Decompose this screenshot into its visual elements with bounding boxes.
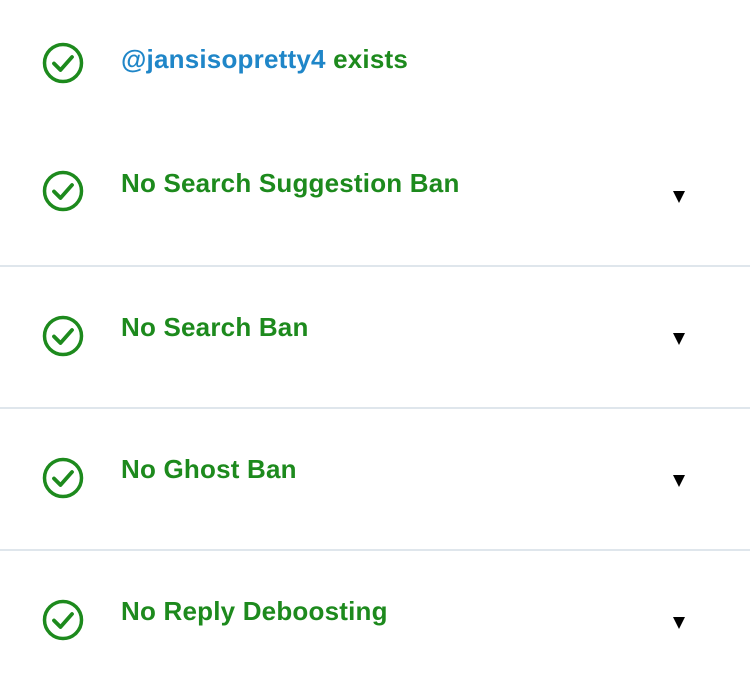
shadowban-results: @jansisopretty4 exists No Search Suggest… xyxy=(0,0,750,693)
check-label: No Search Suggestion Ban xyxy=(121,168,460,198)
check-row-search-ban[interactable]: No Search Ban xyxy=(0,267,750,409)
check-row-search-suggestion-ban[interactable]: No Search Suggestion Ban xyxy=(0,125,750,267)
check-row-ghost-ban[interactable]: No Ghost Ban xyxy=(0,409,750,551)
check-circle-icon xyxy=(42,457,84,499)
account-exists-text: @jansisopretty4 exists xyxy=(121,44,408,75)
check-label: No Reply Deboosting xyxy=(121,596,388,626)
check-circle-icon xyxy=(42,599,84,641)
triangle-down-icon[interactable] xyxy=(668,611,690,633)
account-status: exists xyxy=(333,44,408,74)
check-circle-icon xyxy=(42,42,84,84)
triangle-down-icon[interactable] xyxy=(668,469,690,491)
triangle-down-icon[interactable] xyxy=(668,327,690,349)
check-label: No Search Ban xyxy=(121,312,309,342)
account-handle-link[interactable]: @jansisopretty4 xyxy=(121,44,326,74)
check-circle-icon xyxy=(42,170,84,212)
account-exists-row: @jansisopretty4 exists xyxy=(0,0,750,125)
check-row-reply-deboosting[interactable]: No Reply Deboosting xyxy=(0,551,750,693)
triangle-down-icon[interactable] xyxy=(668,185,690,207)
check-circle-icon xyxy=(42,315,84,357)
check-label: No Ghost Ban xyxy=(121,454,297,484)
